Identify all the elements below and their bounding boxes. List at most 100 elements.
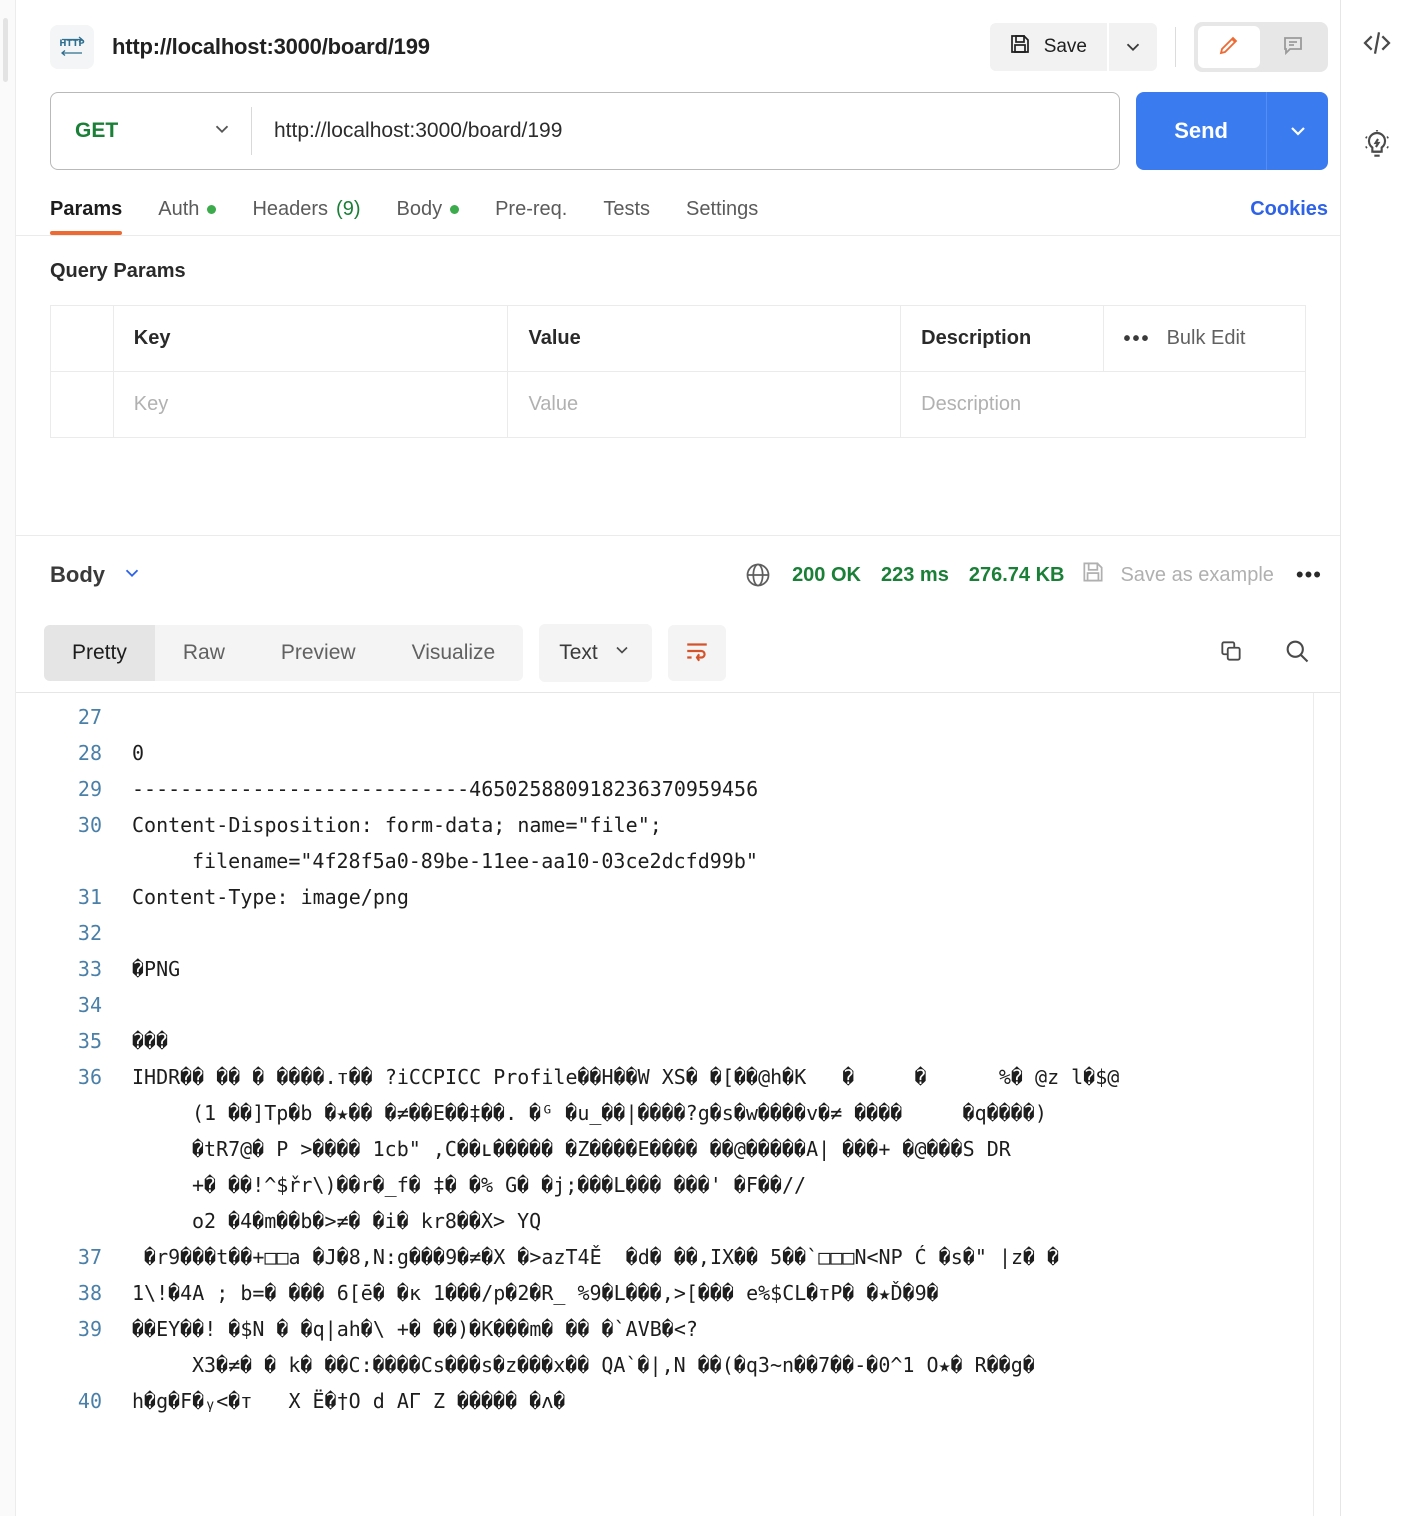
code-line: 28 0 (16, 735, 1340, 771)
code-line: 31 Content-Type: image/png (16, 879, 1340, 915)
code-line-continuation: filename="4f28f5a0-89be-11ee-aa10-03ce2d… (192, 849, 758, 873)
send-options-caret[interactable] (1266, 92, 1328, 170)
code-line-number: 27 (77, 705, 102, 729)
code-right-border (1313, 693, 1314, 1516)
tab-settings[interactable]: Settings (686, 198, 758, 235)
floppy-disk-icon (1080, 559, 1106, 591)
bulk-edit-button[interactable]: Bulk Edit (1167, 327, 1246, 350)
tab-preview[interactable]: Preview (253, 625, 384, 681)
code-line-number: 30 (77, 813, 102, 837)
code-line: 30 Content-Disposition: form-data; name="… (16, 807, 1340, 879)
wrap-lines-button[interactable] (667, 625, 726, 681)
http-protocol-icon: HTTP (50, 25, 94, 69)
param-description-input[interactable]: Description (900, 371, 1306, 438)
status-code: 200 OK (792, 563, 861, 586)
copy-button[interactable] (1206, 628, 1256, 678)
tab-settings-label: Settings (686, 198, 759, 220)
response-body-scroll[interactable]: 27 28 0 29 ----------------------------46502… (16, 693, 1340, 1516)
code-line: 29 ----------------------------4650258809… (16, 771, 1340, 807)
pencil-icon (1217, 33, 1241, 62)
response-body-viewer[interactable]: 27 28 0 29 ----------------------------46502… (16, 692, 1340, 1516)
tab-visualize[interactable]: Visualize (384, 625, 524, 681)
view-mode-toggle (1194, 22, 1328, 72)
code-line-text: Content-Type: image/png (132, 885, 409, 909)
page-title: http://localhost:3000/board/199 (112, 34, 430, 59)
headers-count-badge: (9) (336, 198, 361, 220)
method-selector[interactable]: GET (51, 118, 251, 145)
code-line-number: 40 (77, 1389, 102, 1413)
search-icon (1283, 637, 1311, 670)
copy-icon (1218, 638, 1244, 669)
sidebar-collapse-rail[interactable] (0, 0, 16, 1516)
param-value-input[interactable]: Value (507, 371, 902, 438)
tab-raw[interactable]: Raw (155, 625, 253, 681)
edit-mode-button[interactable] (1198, 26, 1260, 68)
url-input[interactable] (252, 119, 1120, 143)
send-button[interactable]: Send (1136, 92, 1266, 170)
code-line-number: 34 (77, 993, 102, 1017)
url-input-box: GET (50, 92, 1121, 170)
floppy-disk-icon (1008, 32, 1032, 62)
code-line-continuation: (1 ��]Tp�b �★�� �≠��E��‡��. �ᴳ �u_��|���… (192, 1101, 1047, 1125)
tab-body[interactable]: Body (397, 198, 460, 235)
code-line-number: 29 (77, 777, 102, 801)
tab-prerequest-label: Pre-req. (495, 198, 568, 220)
code-line: 33 �PNG (16, 951, 1340, 987)
method-label: GET (75, 119, 119, 142)
code-line-text: �r9���t��+□□a �J�8,N:g���9�≠�X �>azT4Ě �… (132, 1245, 1060, 1269)
response-body-code: 27 28 0 29 ----------------------------46502… (16, 693, 1340, 1419)
chevron-down-icon (211, 118, 233, 145)
response-more-options-icon[interactable]: ••• (1296, 562, 1322, 588)
code-line: 35 ��� (16, 1023, 1340, 1059)
row-checkbox-cell[interactable] (50, 371, 114, 438)
header-divider (1175, 27, 1176, 67)
tab-tests-label: Tests (603, 198, 651, 220)
ellipsis-icon[interactable]: ••• (1124, 329, 1151, 349)
code-line-number: 37 (77, 1245, 102, 1269)
tab-auth[interactable]: Auth (158, 198, 217, 235)
auth-status-dot (207, 205, 217, 214)
response-body-selector[interactable]: Body (50, 562, 143, 589)
body-status-dot (450, 205, 460, 214)
code-line-number: 35 (77, 1029, 102, 1053)
code-line-text: ��� (132, 1029, 169, 1053)
postbot-button[interactable] (1354, 124, 1400, 170)
code-snippet-button[interactable] (1354, 22, 1400, 68)
comment-icon (1281, 33, 1305, 62)
save-button-label: Save (1043, 36, 1087, 57)
sidebar-resize-handle[interactable] (3, 18, 8, 82)
cookies-link[interactable]: Cookies (1250, 198, 1328, 235)
code-line: 36 IHDR�� �� � ����.ᴛ�� ?iCCPICC Profile�… (16, 1059, 1340, 1239)
request-tabs: Params Auth Headers (9) Body Pre-req. Te… (16, 170, 1340, 236)
code-line: 39 ��EY��! �$N � �q|ah�\ +� ��)�K���m� ��… (16, 1311, 1340, 1383)
response-time: 223 ms (881, 563, 949, 586)
tab-params[interactable]: Params (50, 198, 123, 235)
response-format-label: Text (559, 641, 598, 664)
column-header-key: Key (112, 305, 509, 372)
code-line-text: 0 (132, 741, 145, 765)
code-line: 40 h�g�F�ᵧ<�ᴛ X Ë�†O d AΓ Z ����� �ʌ� (16, 1383, 1340, 1419)
tab-prerequest[interactable]: Pre-req. (495, 198, 567, 235)
param-key-input[interactable]: Key (112, 371, 509, 438)
code-line-text: Content-Disposition: form-data; name="fi… (128, 807, 1340, 879)
code-line: 34 (16, 987, 1340, 1023)
save-button[interactable]: Save (989, 23, 1107, 71)
search-button[interactable] (1272, 628, 1322, 678)
tab-tests[interactable]: Tests (603, 198, 650, 235)
save-as-example-button[interactable]: Save as example (1080, 559, 1274, 591)
tab-headers[interactable]: Headers (9) (252, 198, 360, 235)
comment-mode-button[interactable] (1262, 26, 1324, 68)
save-as-example-label: Save as example (1120, 563, 1274, 586)
code-line-number: 38 (77, 1281, 102, 1305)
code-line-number: 31 (77, 885, 102, 909)
response-view-toolbar: Pretty Raw Preview Visualize Text (16, 614, 1340, 692)
code-line-text: ----------------------------465025880918… (132, 777, 759, 801)
response-format-selector[interactable]: Text (539, 624, 652, 682)
response-metrics: 200 OK 223 ms 276.74 KB (744, 561, 1064, 589)
save-options-caret[interactable] (1109, 23, 1157, 71)
response-status-bar: Body 200 OK 223 ms 276.74 KB Save as exa… (16, 536, 1340, 614)
code-line-continuation: �tR7@� P >���� 1cb" ,C��ʟ����� �Z����E��… (192, 1137, 1011, 1161)
tab-pretty[interactable]: Pretty (44, 625, 155, 681)
code-line-number: 36 (77, 1065, 102, 1089)
code-line-text: �PNG (132, 957, 181, 981)
